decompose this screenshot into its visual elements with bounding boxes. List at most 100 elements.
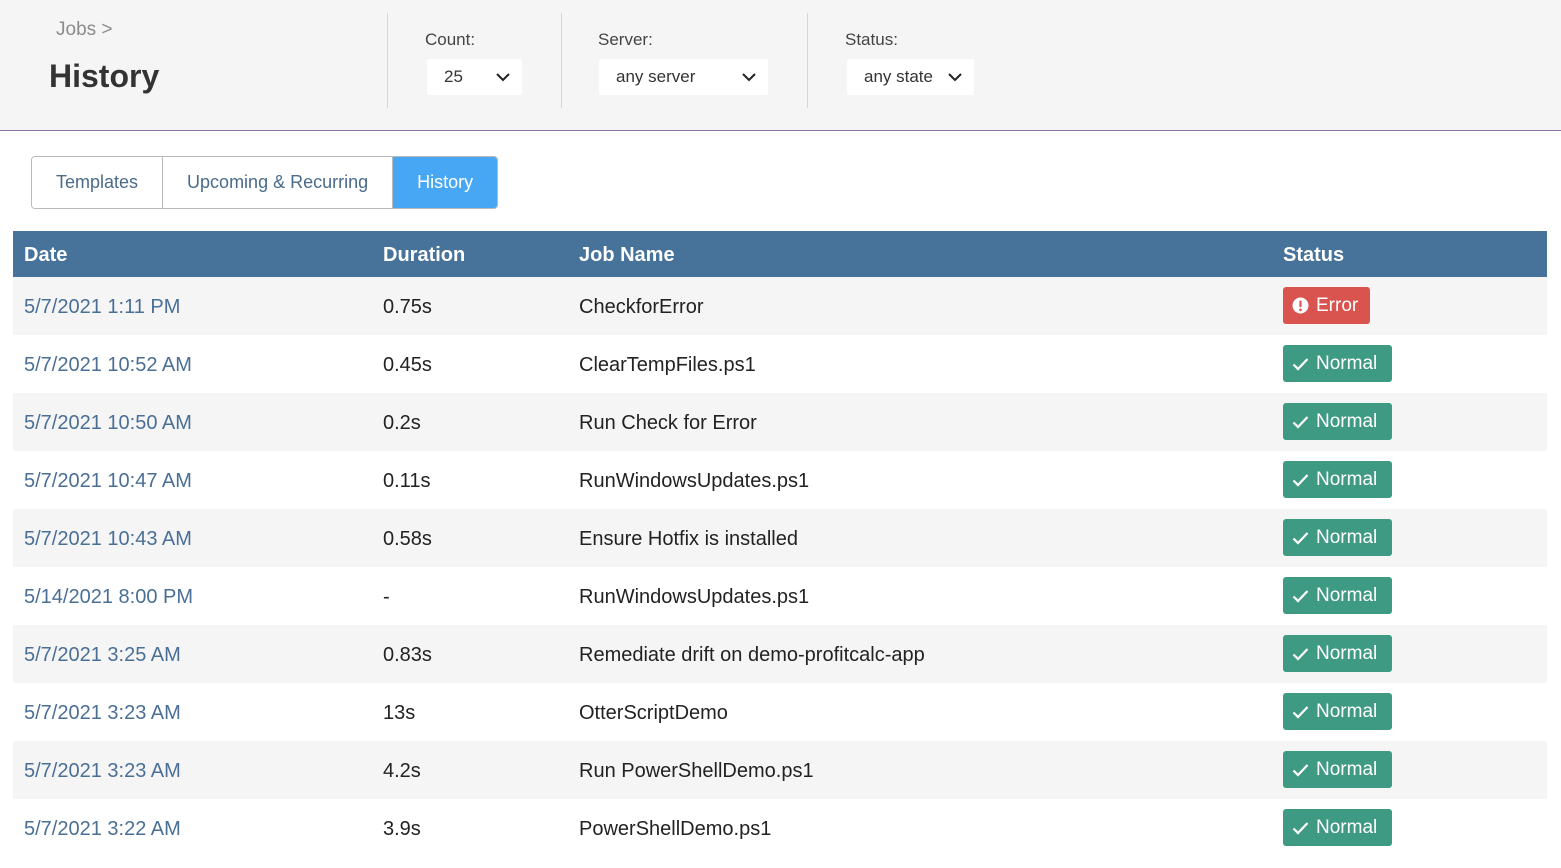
status-text: Normal	[1316, 527, 1378, 548]
status-label: Status:	[845, 30, 898, 49]
view-tabs: Templates Upcoming & Recurring History	[31, 156, 499, 209]
job-date-link[interactable]: 5/7/2021 3:22 AM	[24, 799, 181, 860]
job-duration: 13s	[383, 702, 416, 724]
status-badge[interactable]: Normal	[1283, 751, 1392, 788]
status-cell: Normal	[1283, 809, 1392, 846]
job-date-link[interactable]: 5/7/2021 3:23 AM	[24, 741, 181, 802]
check-icon	[1292, 821, 1309, 835]
job-duration: 0.11s	[383, 470, 431, 492]
check-icon	[1292, 357, 1309, 371]
status-text: Normal	[1316, 643, 1378, 664]
status-badge[interactable]: Normal	[1283, 693, 1392, 730]
check-icon	[1292, 415, 1309, 429]
status-badge[interactable]: Normal	[1283, 577, 1392, 614]
job-name: RunWindowsUpdates.ps1	[579, 470, 810, 492]
tab-templates[interactable]: Templates	[32, 157, 163, 208]
divider	[387, 13, 388, 108]
job-duration: 4.2s	[383, 760, 421, 782]
status-cell: Normal	[1283, 461, 1392, 498]
status-text: Normal	[1316, 585, 1378, 606]
job-date-link[interactable]: 5/14/2021 8:00 PM	[24, 567, 193, 628]
job-duration: 0.58s	[383, 528, 432, 550]
job-date-link[interactable]: 5/7/2021 10:50 AM	[24, 393, 192, 454]
status-text: Normal	[1316, 411, 1378, 432]
count-label: Count:	[425, 30, 476, 49]
table-row: 5/7/2021 1:11 PM 0.75s CheckforError Error	[13, 277, 1547, 335]
job-name: Ensure Hotfix is installed	[579, 528, 798, 550]
status-cell: Normal	[1283, 693, 1392, 730]
job-date-link[interactable]: 5/7/2021 1:11 PM	[24, 277, 180, 338]
job-name: Run PowerShellDemo.ps1	[579, 760, 814, 782]
table-row: 5/7/2021 10:47 AM 0.11s RunWindowsUpdates.…	[13, 451, 1547, 509]
job-name: ClearTempFiles.ps1	[579, 354, 756, 376]
table-row: 5/7/2021 3:23 AM 13s OtterScriptDemo Normal	[13, 683, 1547, 741]
status-cell: Normal	[1283, 519, 1392, 556]
column-header-job-name[interactable]: Job Name	[579, 231, 675, 279]
table-row: 5/7/2021 3:22 AM 3.9s PowerShellDemo.ps1 No…	[13, 799, 1547, 857]
status-badge[interactable]: Normal	[1283, 345, 1392, 382]
job-name: RunWindowsUpdates.ps1	[579, 586, 810, 608]
status-text: Normal	[1316, 701, 1378, 722]
count-select[interactable]: 25	[427, 59, 522, 95]
check-icon	[1292, 647, 1309, 661]
column-header-status[interactable]: Status	[1283, 231, 1344, 279]
job-duration: 0.2s	[383, 412, 421, 434]
status-cell: Normal	[1283, 577, 1392, 614]
check-icon	[1292, 473, 1309, 487]
job-date-link[interactable]: 5/7/2021 10:52 AM	[24, 335, 192, 396]
page-title: History	[49, 58, 160, 94]
status-value: any state	[864, 67, 933, 86]
check-icon	[1292, 763, 1309, 777]
status-text: Normal	[1316, 353, 1378, 374]
status-cell: Normal	[1283, 751, 1392, 788]
tab-upcoming-recurring[interactable]: Upcoming & Recurring	[162, 157, 393, 208]
alert-circle-icon	[1292, 297, 1309, 314]
job-name: Remediate drift on demo-profitcalc-app	[579, 644, 925, 666]
table-body: 5/7/2021 1:11 PM 0.75s CheckforError Error 5…	[13, 277, 1547, 857]
server-select[interactable]: any server	[599, 59, 768, 95]
job-duration: 0.45s	[383, 354, 432, 376]
chevron-down-icon	[948, 73, 962, 82]
status-badge[interactable]: Normal	[1283, 461, 1392, 498]
job-name: PowerShellDemo.ps1	[579, 818, 772, 840]
status-badge[interactable]: Error	[1283, 287, 1370, 324]
server-value: any server	[616, 67, 696, 86]
status-cell: Normal	[1283, 635, 1392, 672]
count-filter: Count:	[425, 30, 475, 52]
table-header: Date Duration Job Name Status	[13, 231, 1547, 277]
status-badge[interactable]: Normal	[1283, 403, 1392, 440]
table-row: 5/7/2021 3:25 AM 0.83s Remediate drift on …	[13, 625, 1547, 683]
check-icon	[1292, 531, 1309, 545]
job-name: CheckforError	[579, 296, 704, 318]
column-header-date[interactable]: Date	[24, 231, 67, 279]
job-name: OtterScriptDemo	[579, 702, 728, 724]
table-row: 5/7/2021 10:50 AM 0.2s Run Check for Error…	[13, 393, 1547, 451]
status-badge[interactable]: Normal	[1283, 519, 1392, 556]
status-badge[interactable]: Normal	[1283, 809, 1392, 846]
server-filter: Server:	[598, 30, 653, 52]
breadcrumb[interactable]: Jobs >	[56, 19, 113, 41]
chevron-down-icon	[742, 73, 756, 82]
server-label: Server:	[598, 30, 653, 49]
chevron-down-icon	[496, 73, 510, 82]
status-text: Normal	[1316, 759, 1378, 780]
job-date-link[interactable]: 5/7/2021 10:43 AM	[24, 509, 192, 570]
job-duration: -	[383, 586, 390, 608]
page-header: Jobs > History Count: 25 Server: any ser…	[0, 0, 1561, 131]
job-date-link[interactable]: 5/7/2021 10:47 AM	[24, 451, 192, 512]
status-badge[interactable]: Normal	[1283, 635, 1392, 672]
job-date-link[interactable]: 5/7/2021 3:23 AM	[24, 683, 181, 744]
divider	[807, 13, 808, 108]
divider	[561, 13, 562, 108]
check-icon	[1292, 705, 1309, 719]
status-text: Error	[1316, 295, 1359, 316]
status-text: Normal	[1316, 469, 1378, 490]
check-icon	[1292, 589, 1309, 603]
table-row: 5/14/2021 8:00 PM - RunWindowsUpdates.ps1 N…	[13, 567, 1547, 625]
tab-history[interactable]: History	[392, 157, 498, 208]
job-date-link[interactable]: 5/7/2021 3:25 AM	[24, 625, 181, 686]
history-table: Date Duration Job Name Status 5/7/2021 1…	[13, 231, 1547, 857]
column-header-duration[interactable]: Duration	[383, 231, 465, 279]
count-value: 25	[444, 67, 463, 86]
status-select[interactable]: any state	[847, 59, 974, 95]
